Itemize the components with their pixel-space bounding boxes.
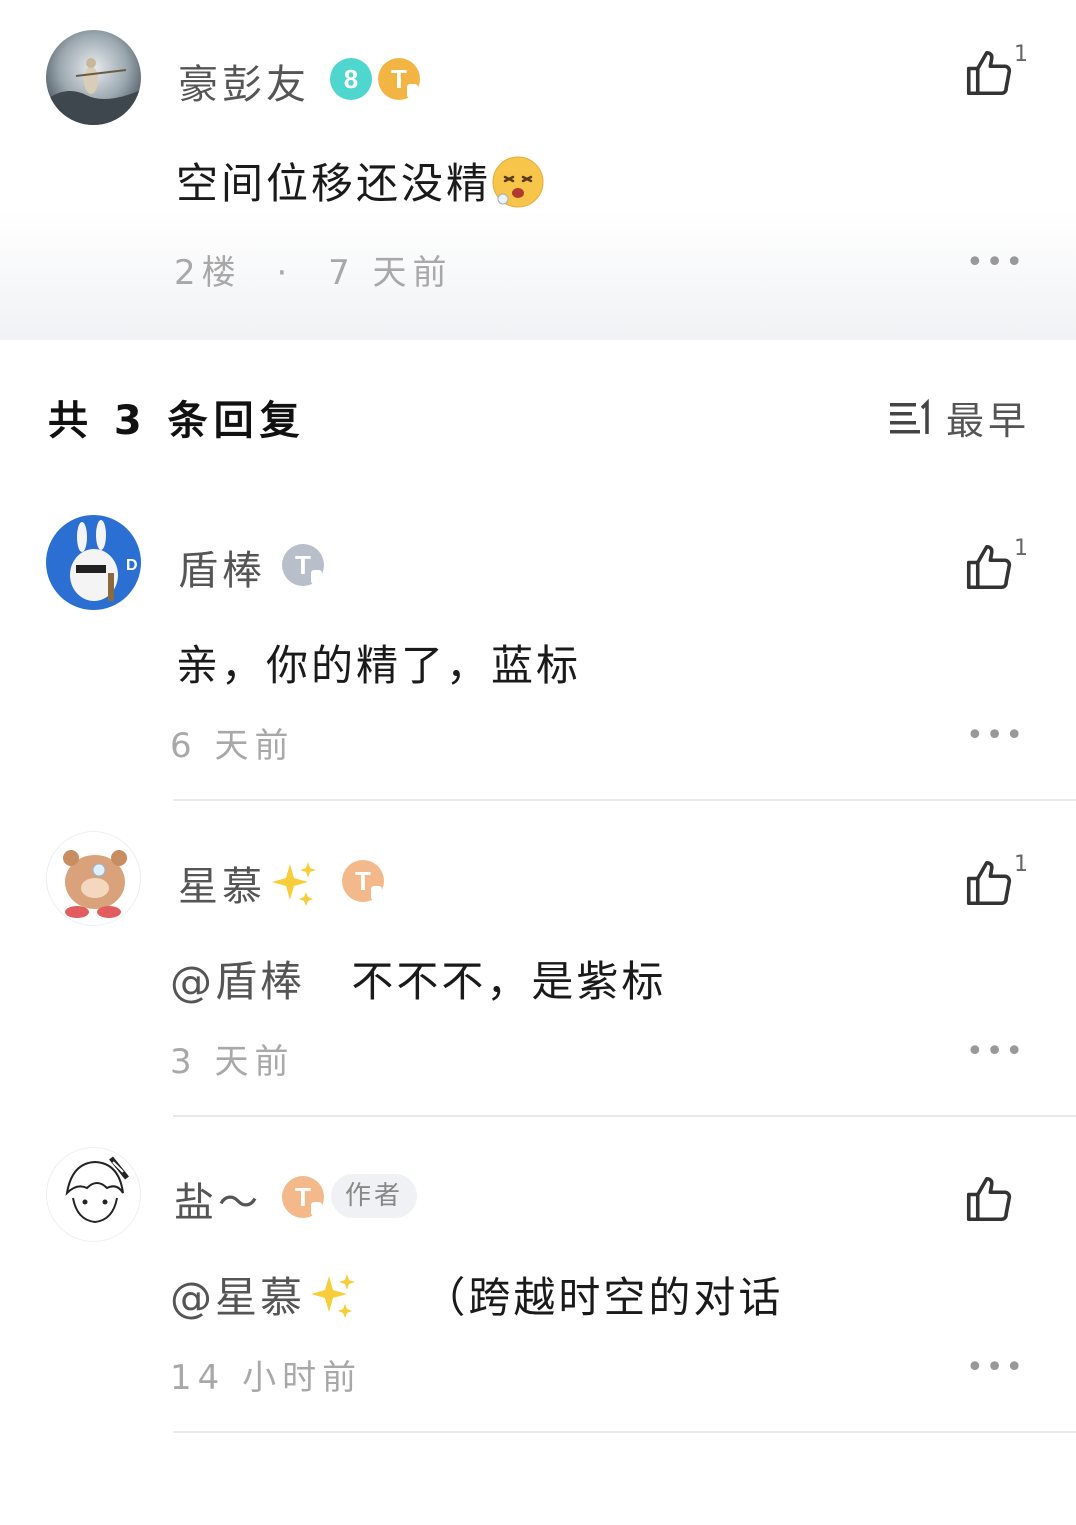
reply-avatar[interactable]: [46, 1147, 141, 1242]
more-dots-icon: •••: [966, 1350, 1026, 1385]
level-badge: 8: [330, 58, 372, 100]
reply-time: 6 天前: [170, 726, 295, 766]
reply-content: 亲，你的精了，蓝标: [176, 641, 582, 690]
reply-divider: [173, 1115, 1076, 1117]
reply-avatar[interactable]: [46, 831, 141, 926]
replies-count-title: 共 3 条回复: [48, 398, 306, 444]
more-dots-icon: •••: [966, 718, 1026, 753]
sort-label: 最早: [946, 399, 1031, 443]
post-time: 7 天前: [328, 253, 453, 293]
post-more-button[interactable]: •••: [966, 245, 1025, 280]
svg-text:D: D: [126, 557, 138, 574]
reply-like-button[interactable]: [962, 540, 1022, 600]
reply-like-button[interactable]: [962, 1172, 1022, 1232]
title-badge: T1: [378, 58, 420, 100]
reply-username[interactable]: 星慕: [178, 854, 318, 918]
dizzy-face-emoji-icon: [491, 155, 545, 219]
reply-like-count: 1: [1014, 852, 1028, 877]
post-content: 空间位移还没精: [176, 150, 545, 219]
thumbs-up-icon: [966, 544, 1012, 590]
post-like-button[interactable]: [962, 46, 1022, 106]
post-username[interactable]: 豪彭友: [178, 52, 310, 110]
reply-like-button[interactable]: [962, 856, 1022, 916]
title-badge: T3: [282, 544, 324, 586]
post-floor: 2楼: [174, 253, 242, 293]
sparkles-icon: [270, 860, 318, 918]
reply-more-button[interactable]: •••: [966, 1034, 1025, 1069]
reply-content: @盾棒 不不不，是紫标: [170, 957, 667, 1006]
reply-username[interactable]: 盾棒: [178, 538, 266, 596]
reply-more-button[interactable]: •••: [966, 1350, 1025, 1385]
reply-more-button[interactable]: •••: [966, 718, 1025, 753]
reply-content: @星慕 （跨越时空的对话: [170, 1264, 783, 1330]
reply-divider: [173, 1431, 1076, 1433]
post-meta: 2楼 · 7 天前: [174, 245, 453, 294]
thumbs-up-icon: [966, 1176, 1012, 1222]
reply-username[interactable]: 盐～: [174, 1170, 262, 1228]
mention-link[interactable]: @盾棒: [170, 957, 305, 1006]
more-dots-icon: •••: [966, 1034, 1026, 1069]
post-like-count: 1: [1014, 42, 1028, 67]
sort-button[interactable]: 最早: [888, 390, 1030, 445]
reply-time: 3 天前: [170, 1042, 295, 1082]
title-badge: T6: [282, 1176, 324, 1218]
mention-link[interactable]: @星慕: [170, 1273, 357, 1322]
reply-time: 14 小时前: [170, 1358, 363, 1398]
meta-separator: ·: [276, 253, 294, 293]
reply-avatar[interactable]: D: [46, 515, 141, 610]
reply-divider: [173, 799, 1076, 801]
reply-like-count: 1: [1014, 536, 1028, 561]
thumbs-up-icon: [966, 50, 1012, 96]
post-avatar[interactable]: [46, 30, 141, 125]
more-dots-icon: •••: [966, 245, 1026, 280]
author-tag: 作者: [331, 1174, 418, 1218]
title-badge: T6: [342, 860, 384, 902]
thumbs-up-icon: [966, 860, 1012, 906]
sparkles-icon: [309, 1272, 357, 1330]
list-sort-icon: [890, 398, 929, 434]
